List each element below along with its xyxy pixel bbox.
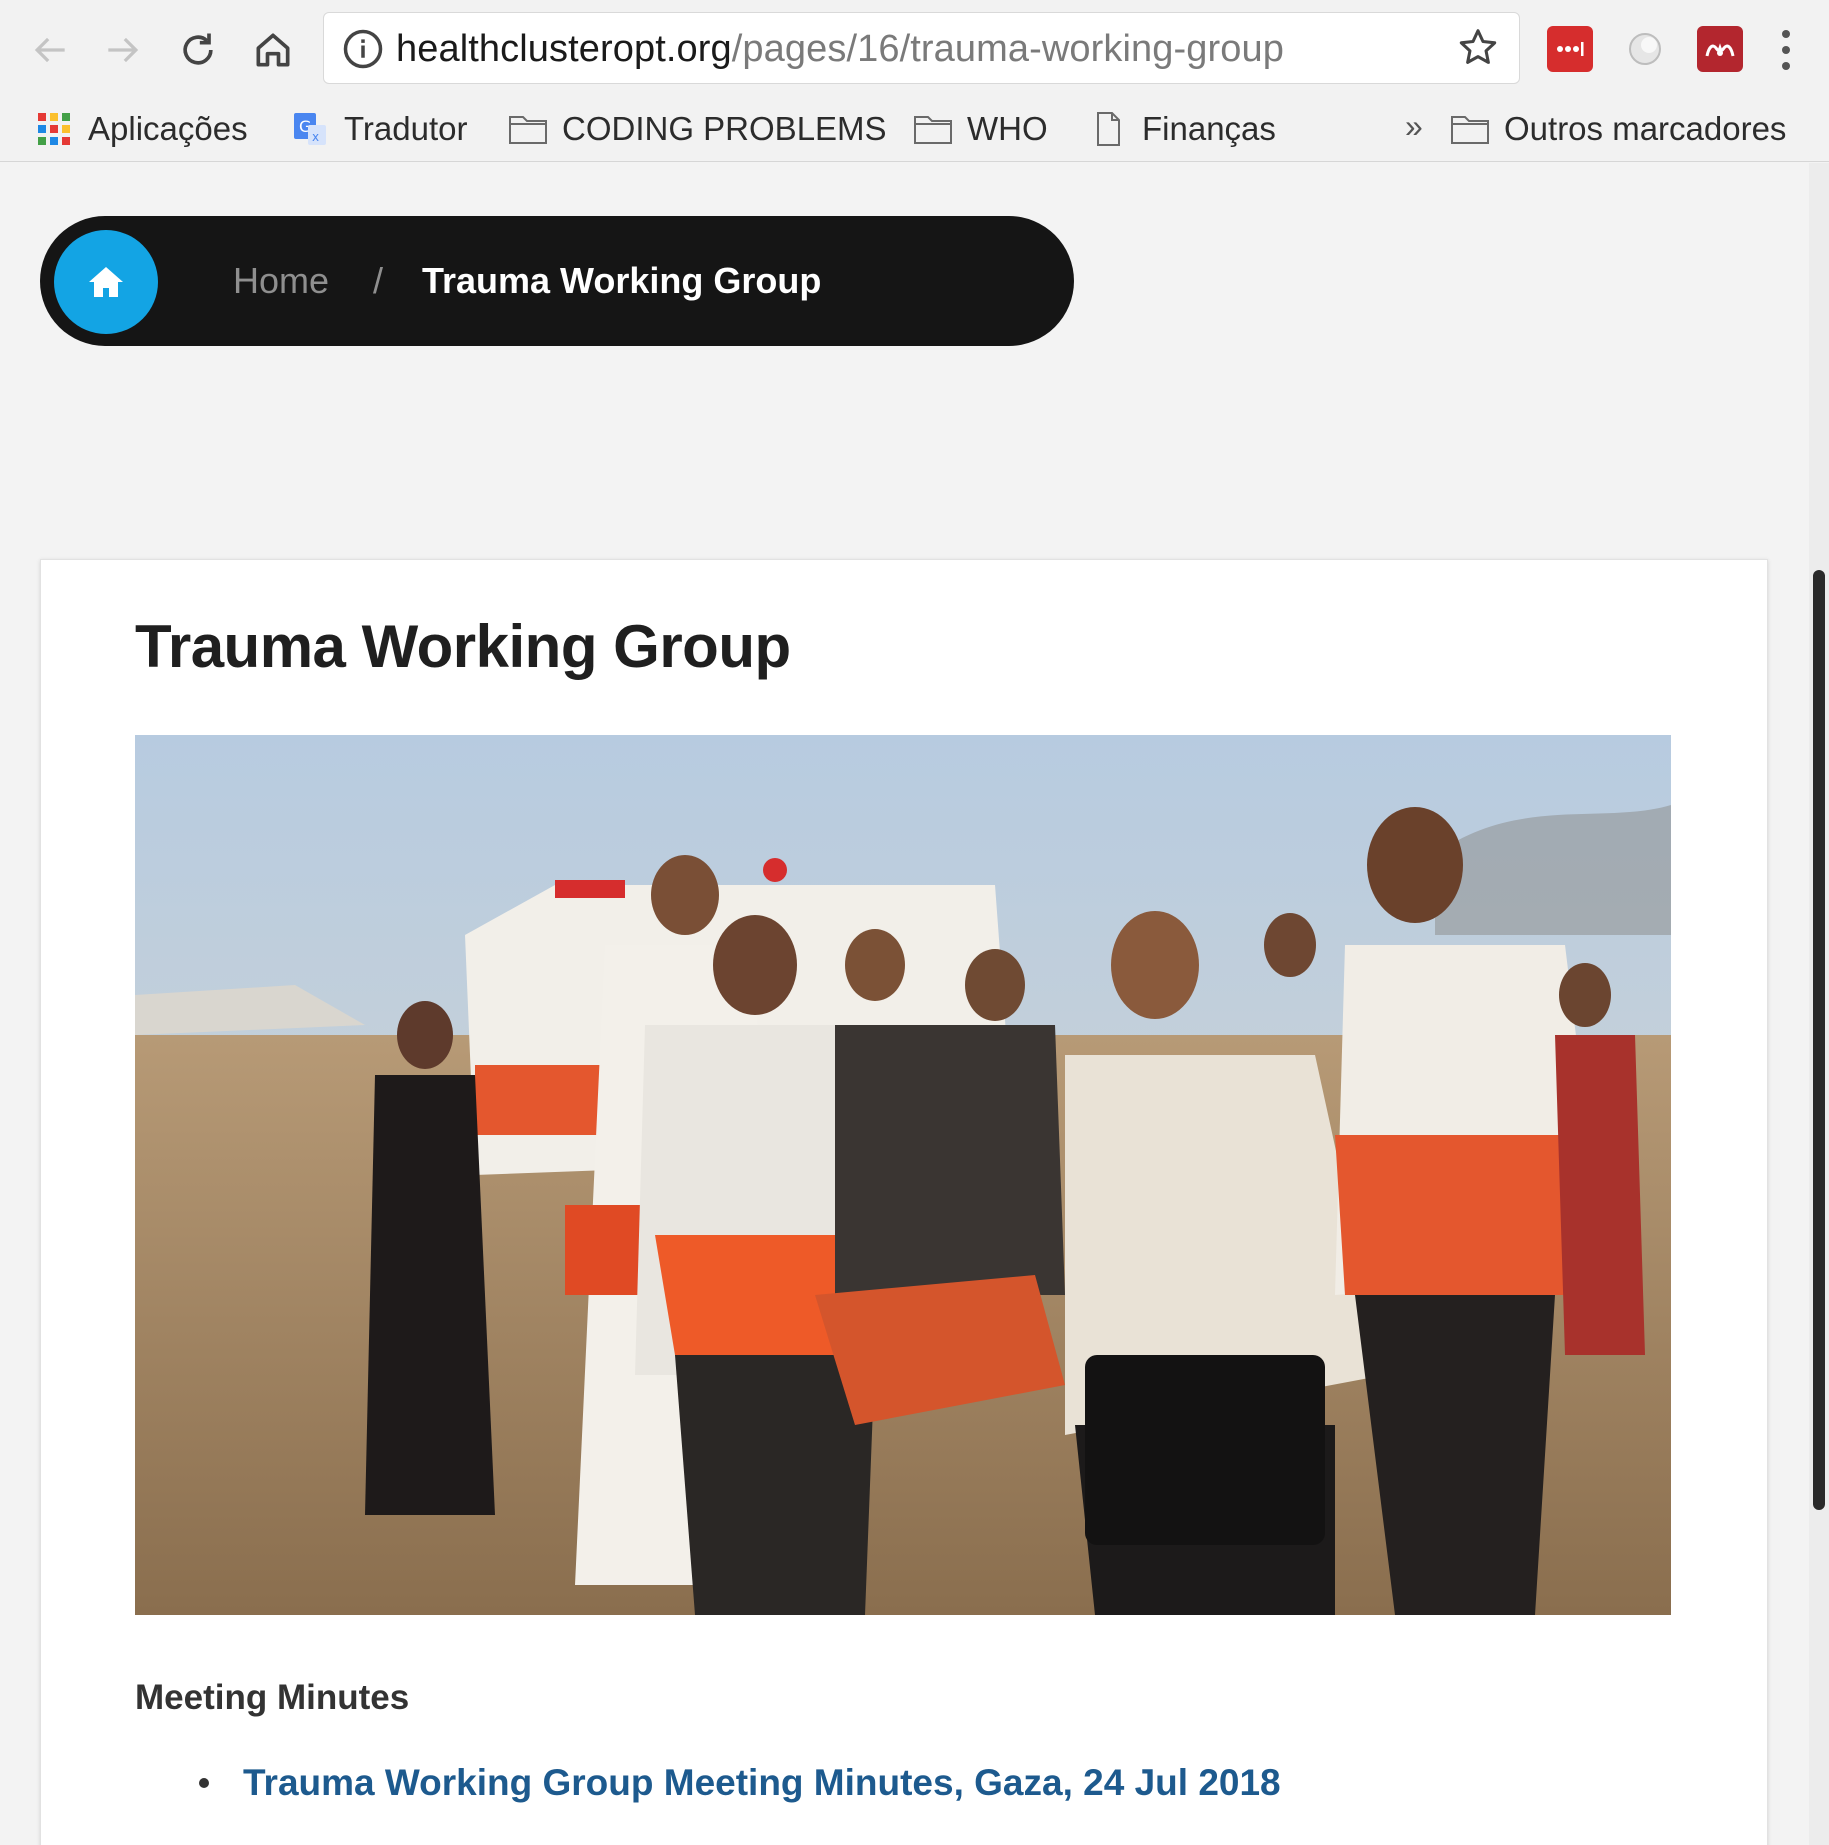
bookmark-label: Outros marcadores — [1504, 110, 1787, 147]
breadcrumb-separator: / — [373, 260, 384, 301]
list-item: Trauma Working Group Meeting Minutes, Ga… — [199, 1762, 1281, 1804]
url-path: /pages/16/trauma-working-group — [731, 28, 1284, 70]
bookmarks-bar: Aplicações G x Tradutor CODING PROBLEMS … — [0, 96, 1829, 162]
info-icon[interactable] — [342, 28, 384, 70]
apps-grid-icon — [38, 113, 70, 145]
bookmark-coding-problems[interactable]: CODING PROBLEMS — [508, 96, 887, 162]
browser-toolbar: healthclusteropt.org/pages/16/trauma-wor… — [0, 0, 1829, 96]
back-button[interactable] — [20, 20, 80, 80]
url-text[interactable]: healthclusteropt.org/pages/16/trauma-wor… — [396, 29, 1284, 69]
page-title: Trauma Working Group — [135, 613, 791, 680]
home-button[interactable] — [243, 20, 303, 80]
extension-circle-icon[interactable] — [1622, 26, 1668, 72]
page-scrollbar-thumb[interactable] — [1813, 570, 1825, 1510]
address-bar[interactable]: healthclusteropt.org/pages/16/trauma-wor… — [323, 12, 1520, 84]
browser-menu-icon[interactable] — [1774, 24, 1798, 76]
bookmark-label: WHO — [967, 110, 1048, 147]
bookmark-label: CODING PROBLEMS — [562, 110, 887, 147]
reload-icon — [183, 33, 213, 65]
bullet-icon — [199, 1778, 209, 1788]
folder-icon — [1451, 116, 1489, 144]
bookmark-label: Tradutor — [344, 110, 468, 147]
bookmark-tradutor[interactable]: G x Tradutor — [290, 96, 468, 162]
meeting-minutes-heading: Meeting Minutes — [135, 1678, 410, 1717]
forward-button[interactable] — [93, 20, 153, 80]
meeting-minutes-list: Trauma Working Group Meeting Minutes, Ga… — [199, 1762, 1281, 1804]
reload-button[interactable] — [168, 20, 228, 80]
content-card: Trauma Working Group Meeting Minutes Tra… — [40, 559, 1768, 1845]
breadcrumb-home-button[interactable] — [54, 230, 158, 334]
home-outline-icon — [256, 33, 290, 67]
breadcrumb-current: Trauma Working Group — [422, 260, 822, 301]
bookmark-other[interactable]: Outros marcadores — [1450, 96, 1786, 162]
extension-lastpass-icon[interactable] — [1547, 26, 1593, 72]
meeting-minutes-link[interactable]: Trauma Working Group Meeting Minutes, Ga… — [243, 1762, 1281, 1804]
breadcrumb-home-link[interactable]: Home — [233, 260, 329, 302]
svg-text:x: x — [312, 130, 319, 144]
home-icon — [89, 267, 123, 297]
bookmark-label: Finanças — [1142, 110, 1276, 147]
folder-icon — [509, 116, 547, 144]
bookmark-label: Aplicações — [88, 110, 248, 147]
page-icon — [1097, 112, 1120, 146]
translate-icon: G x — [294, 113, 326, 145]
hero-photo — [135, 735, 1671, 1615]
bookmark-apps[interactable]: Aplicações — [34, 96, 248, 162]
bookmarks-overflow-button[interactable]: » — [1405, 108, 1423, 145]
forward-arrow-icon — [108, 37, 139, 63]
url-host: healthclusteropt.org — [396, 28, 732, 70]
folder-icon — [914, 116, 952, 144]
bookmark-star-icon[interactable] — [1455, 25, 1501, 71]
bookmark-financas[interactable]: Finanças — [1088, 96, 1276, 162]
breadcrumb: Home / Trauma Working Group — [40, 216, 1074, 346]
back-arrow-icon — [34, 37, 65, 63]
extension-mendeley-icon[interactable] — [1697, 26, 1743, 72]
hero-photo-illustration — [135, 735, 1671, 1615]
bookmark-who[interactable]: WHO — [913, 96, 1048, 162]
